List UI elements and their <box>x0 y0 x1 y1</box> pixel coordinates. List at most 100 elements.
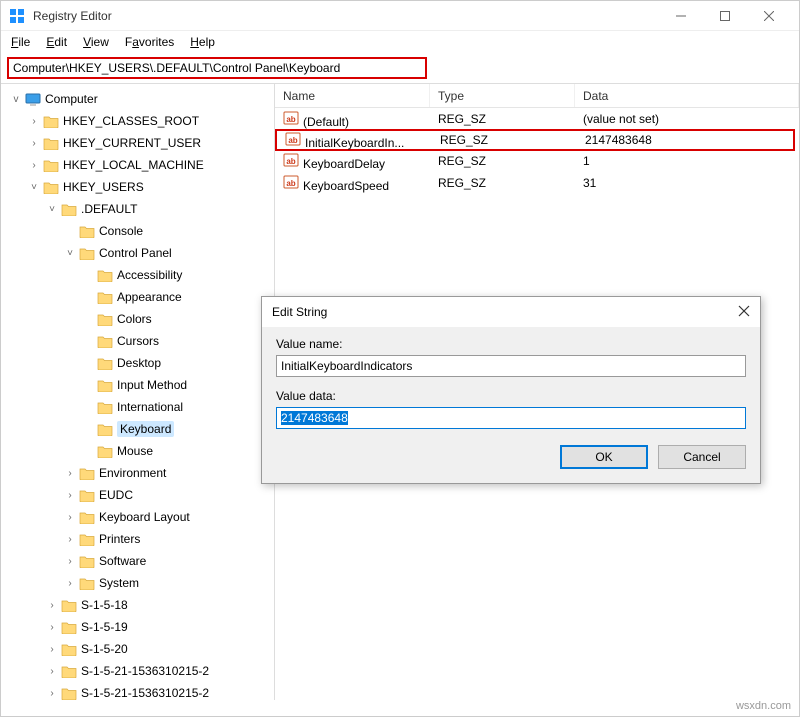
tree-item[interactable]: ›S-1-5-19 <box>9 616 274 638</box>
cell-type: REG_SZ <box>432 133 577 147</box>
expander-icon[interactable]: › <box>63 468 77 479</box>
cell-name: abKeyboardSpeed <box>275 174 430 193</box>
list-header: Name Type Data <box>275 84 799 108</box>
expander-icon[interactable]: › <box>45 644 59 655</box>
menubar: File Edit View Favorites Help <box>1 31 799 53</box>
tree-item[interactable]: Desktop <box>9 352 274 374</box>
tree-item[interactable]: ›S-1-5-18 <box>9 594 274 616</box>
expander-icon[interactable]: ˅ <box>27 182 41 193</box>
value-data-input[interactable]: 2147483648 <box>276 407 746 429</box>
expander-icon[interactable]: › <box>63 490 77 501</box>
expander-icon[interactable]: › <box>45 600 59 611</box>
tree-item[interactable]: Input Method <box>9 374 274 396</box>
tree-item[interactable]: ›S-1-5-21-1536310215-2 <box>9 682 274 700</box>
folder-icon <box>97 291 113 304</box>
menu-favorites[interactable]: Favorites <box>125 35 174 49</box>
tree-root[interactable]: v Computer <box>9 88 274 110</box>
tree-item[interactable]: ›S-1-5-20 <box>9 638 274 660</box>
tree-item[interactable]: › EUDC <box>9 484 274 506</box>
folder-icon <box>61 599 77 612</box>
list-row[interactable]: ab(Default)REG_SZ(value not set) <box>275 108 799 130</box>
expander-icon[interactable]: › <box>45 622 59 633</box>
tree-item-label: EUDC <box>99 488 133 502</box>
address-bar-row: Computer\HKEY_USERS\.DEFAULT\Control Pan… <box>1 53 799 83</box>
tree-item[interactable]: Accessibility <box>9 264 274 286</box>
tree-item[interactable]: Appearance <box>9 286 274 308</box>
tree-item[interactable]: ›System <box>9 572 274 594</box>
tree-item[interactable]: Colors <box>9 308 274 330</box>
tree-item-label: .DEFAULT <box>81 202 137 216</box>
menu-view[interactable]: View <box>83 35 109 49</box>
menu-file[interactable]: File <box>11 35 30 49</box>
tree-item-label: Colors <box>117 312 152 326</box>
tree-item[interactable]: ›HKEY_CURRENT_USER <box>9 132 274 154</box>
expander-icon[interactable]: › <box>45 688 59 699</box>
list-row[interactable]: abInitialKeyboardIn...REG_SZ2147483648 <box>275 129 795 151</box>
cell-name: abInitialKeyboardIn... <box>277 131 432 150</box>
list-row[interactable]: abKeyboardSpeedREG_SZ31 <box>275 172 799 194</box>
tree-item[interactable]: Cursors <box>9 330 274 352</box>
maximize-button[interactable] <box>703 1 747 31</box>
expander-icon[interactable]: › <box>27 138 41 149</box>
tree-item[interactable]: Console <box>9 220 274 242</box>
tree-item-label: Desktop <box>117 356 161 370</box>
cancel-button[interactable]: Cancel <box>658 445 746 469</box>
ok-button[interactable]: OK <box>560 445 648 469</box>
window-title: Registry Editor <box>33 9 112 23</box>
tree-item[interactable]: ˅Control Panel <box>9 242 274 264</box>
expander-icon[interactable]: › <box>63 512 77 523</box>
expander-icon[interactable]: › <box>27 160 41 171</box>
menu-help[interactable]: Help <box>190 35 215 49</box>
expander-icon[interactable]: › <box>27 116 41 127</box>
tree-item-label: Cursors <box>117 334 159 348</box>
expander-icon[interactable]: › <box>63 556 77 567</box>
tree-item-label: Accessibility <box>117 268 182 282</box>
col-data[interactable]: Data <box>575 84 799 107</box>
expander-icon[interactable]: ˅ <box>45 204 59 215</box>
close-button[interactable] <box>747 1 791 31</box>
dialog-body: Value name: InitialKeyboardIndicators Va… <box>262 327 760 483</box>
cell-data: 1 <box>575 154 799 168</box>
tree-item-label: HKEY_USERS <box>63 180 144 194</box>
tree-item[interactable]: Keyboard <box>9 418 274 440</box>
address-bar[interactable]: Computer\HKEY_USERS\.DEFAULT\Control Pan… <box>7 57 427 79</box>
col-name[interactable]: Name <box>275 84 430 107</box>
cell-name: abKeyboardDelay <box>275 152 430 171</box>
value-name-input[interactable]: InitialKeyboardIndicators <box>276 355 746 377</box>
expander-icon[interactable]: ˅ <box>63 248 77 259</box>
svg-text:ab: ab <box>286 115 295 124</box>
tree-item[interactable]: Mouse <box>9 440 274 462</box>
tree-item-label: Input Method <box>117 378 187 392</box>
expander-icon[interactable]: › <box>63 534 77 545</box>
tree-pane[interactable]: v Computer › HKEY_CLASSES_ROOT ›HKEY_CURRE… <box>1 84 275 700</box>
tree-item[interactable]: › Software <box>9 550 274 572</box>
tree-item[interactable]: International <box>9 396 274 418</box>
chevron-down-icon[interactable]: v <box>9 94 23 105</box>
menu-edit[interactable]: Edit <box>46 35 67 49</box>
close-icon[interactable] <box>738 304 750 320</box>
tree-item[interactable]: › Printers <box>9 528 274 550</box>
list-row[interactable]: abKeyboardDelayREG_SZ1 <box>275 150 799 172</box>
tree-item[interactable]: ›S-1-5-21-1536310215-2 <box>9 660 274 682</box>
cell-type: REG_SZ <box>430 176 575 190</box>
cell-data: 2147483648 <box>577 133 793 147</box>
folder-icon <box>97 379 113 392</box>
expander-icon[interactable]: › <box>45 666 59 677</box>
tree-item[interactable]: ›HKEY_LOCAL_MACHINE <box>9 154 274 176</box>
dialog-titlebar: Edit String <box>262 297 760 327</box>
value-name-label: Value name: <box>276 337 746 351</box>
tree-item[interactable]: ›Keyboard Layout <box>9 506 274 528</box>
tree-item[interactable]: ›Environment <box>9 462 274 484</box>
minimize-button[interactable] <box>659 1 703 31</box>
tree-item[interactable]: ˅ .DEFAULT <box>9 198 274 220</box>
tree-item-label: HKEY_CLASSES_ROOT <box>63 114 199 128</box>
tree-item-label: Printers <box>99 532 140 546</box>
col-type[interactable]: Type <box>430 84 575 107</box>
tree-item-label: Software <box>99 554 146 568</box>
tree-item[interactable]: ˅ HKEY_USERS <box>9 176 274 198</box>
tree-item-label: International <box>117 400 183 414</box>
tree-item-label: Keyboard <box>117 421 174 437</box>
tree-item[interactable]: › HKEY_CLASSES_ROOT <box>9 110 274 132</box>
cell-type: REG_SZ <box>430 112 575 126</box>
expander-icon[interactable]: › <box>63 578 77 589</box>
